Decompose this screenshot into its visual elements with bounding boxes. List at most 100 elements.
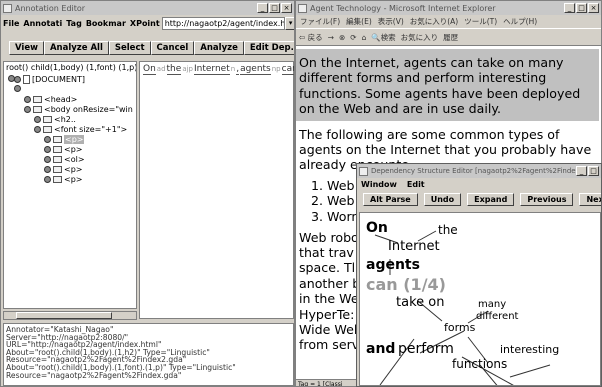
folder-icon xyxy=(43,126,52,133)
undo-button[interactable]: Undo xyxy=(423,193,462,206)
dep-word[interactable]: different xyxy=(476,311,518,322)
annotated-word[interactable]: can xyxy=(281,64,294,75)
analyze-all-button[interactable]: Analyze All xyxy=(43,41,109,55)
menu-annotation[interactable]: Annotati xyxy=(21,19,64,28)
expand-handle-icon xyxy=(44,166,51,173)
annotation-editor-window: Annotation Editor _ □ × File Annotati Ta… xyxy=(0,0,295,387)
dep-word[interactable]: the xyxy=(438,223,458,237)
tree-node[interactable]: <p> xyxy=(44,145,82,154)
folder-icon xyxy=(33,106,42,113)
tree-node[interactable] xyxy=(14,85,21,92)
dep-word[interactable]: perform xyxy=(398,341,454,357)
dep-word[interactable]: On xyxy=(366,220,388,236)
previous-button[interactable]: Previous xyxy=(520,193,574,206)
cancel-button[interactable]: Cancel xyxy=(150,41,195,55)
dep-word[interactable]: and xyxy=(366,341,395,357)
refresh-icon[interactable]: ⟳ xyxy=(350,33,356,42)
menu-edit[interactable]: 編集(E) xyxy=(346,16,372,27)
annotated-word[interactable]: , xyxy=(236,64,240,75)
annotated-text-pane[interactable]: OnadtheajpInternetn,agentsnpcanvtakevona… xyxy=(139,61,294,319)
menu-tools[interactable]: ツール(T) xyxy=(464,16,497,27)
stop-icon[interactable]: ⊗ xyxy=(339,33,345,42)
maximize-button[interactable]: □ xyxy=(269,3,280,13)
menu-window[interactable]: Window xyxy=(361,180,397,189)
analyze-button[interactable]: Analyze xyxy=(194,41,244,55)
annotation-editor-titlebar: Annotation Editor _ □ × xyxy=(1,1,294,15)
pos-tag: n xyxy=(230,65,236,73)
tree-node[interactable]: <font size="+1"> xyxy=(34,125,127,134)
tree-node[interactable]: <p> xyxy=(44,175,82,184)
dep-word[interactable]: agents xyxy=(366,257,420,273)
close-button[interactable]: × xyxy=(281,3,292,13)
document-tree[interactable]: root() child(1,body) (1,font) (1,p) [DOC… xyxy=(3,61,137,309)
history-button[interactable]: 履歴 xyxy=(443,32,458,43)
folder-icon xyxy=(33,96,42,103)
back-button[interactable]: ⇦ 戻る xyxy=(299,32,323,43)
dep-word[interactable]: many xyxy=(478,299,506,310)
alt-parse-button[interactable]: Alt Parse xyxy=(363,193,418,206)
dep-word[interactable]: Internet xyxy=(388,239,440,254)
dependency-editor-title: Dependency Structure Editor [nagaotp2%2F… xyxy=(371,167,576,175)
folder-icon xyxy=(53,166,62,173)
minimize-button[interactable]: _ xyxy=(564,3,575,13)
search-button[interactable]: 🔍検索 xyxy=(371,32,395,43)
expand-button[interactable]: Expand xyxy=(467,193,515,206)
annotated-word[interactable]: the xyxy=(166,64,182,75)
dependency-graph-canvas[interactable]: On the Internet agents can (1/4) take on… xyxy=(359,212,601,386)
app-icon xyxy=(3,3,12,13)
annotated-word[interactable]: Internet xyxy=(194,64,230,75)
menu-xpoint[interactable]: XPoint xyxy=(128,19,162,28)
select-button[interactable]: Select xyxy=(108,41,151,55)
menu-edit[interactable]: Edit xyxy=(407,180,425,189)
dep-word[interactable]: take on xyxy=(396,295,444,310)
pos-tag: ad xyxy=(156,65,166,73)
tree-node[interactable]: [DOCUMENT] xyxy=(14,75,85,84)
pos-tag: np xyxy=(271,65,281,73)
maximize-button[interactable]: □ xyxy=(588,166,599,176)
menu-bookmark[interactable]: Bookmar xyxy=(84,19,128,28)
maximize-button[interactable]: □ xyxy=(576,3,587,13)
view-button[interactable]: View xyxy=(9,41,44,55)
dep-word-selected[interactable]: can (1/4) xyxy=(366,275,446,294)
tree-node[interactable]: <head> xyxy=(24,95,77,104)
expand-handle-icon xyxy=(44,156,51,163)
expand-handle-icon xyxy=(34,116,41,123)
menu-help[interactable]: ヘルプ(H) xyxy=(503,16,537,27)
annotation-metadata-pane[interactable]: Annotator="Katashi_Nagao" Server="http://… xyxy=(3,323,294,386)
next-button[interactable]: Next xyxy=(579,193,601,206)
browser-toolbar: ⇦ 戻る → ⊗ ⟳ ⌂ 🔍検索 お気に入り 履歴 xyxy=(296,28,601,46)
menu-file[interactable]: ファイル(F) xyxy=(300,16,340,27)
expand-handle-icon xyxy=(24,96,31,103)
menu-favorites[interactable]: お気に入り(A) xyxy=(410,16,458,27)
forward-button[interactable]: → xyxy=(328,33,334,42)
home-icon[interactable]: ⌂ xyxy=(362,33,367,42)
dependency-toolbar: Alt Parse Undo Expand Previous Next xyxy=(363,193,601,206)
scrollbar-thumb[interactable] xyxy=(16,312,112,319)
menu-view[interactable]: 表示(V) xyxy=(378,16,404,27)
minimize-button[interactable]: _ xyxy=(257,3,268,13)
tree-node[interactable]: <p> xyxy=(44,165,82,174)
dep-word[interactable]: functions xyxy=(452,357,507,371)
ie-icon xyxy=(298,3,307,13)
menu-file[interactable]: File xyxy=(1,19,21,28)
tree-node[interactable]: <body onResize="win xyxy=(24,105,133,114)
folder-icon xyxy=(53,136,62,143)
annotated-word[interactable]: On xyxy=(143,64,156,75)
close-button[interactable]: × xyxy=(588,3,599,13)
app-icon xyxy=(359,166,368,176)
edit-dep-button[interactable]: Edit Dep. xyxy=(243,41,294,55)
menu-tag[interactable]: Tag xyxy=(64,19,84,28)
tree-horizontal-scrollbar[interactable] xyxy=(3,311,137,320)
dep-word[interactable]: interesting xyxy=(500,343,559,356)
annotated-word[interactable]: agents xyxy=(240,64,271,75)
url-dropdown-icon[interactable]: ▾ xyxy=(285,16,294,30)
tree-node[interactable]: <h2.. xyxy=(34,115,76,124)
tree-node[interactable]: <ol> xyxy=(44,155,85,164)
expand-handle-icon xyxy=(24,106,31,113)
highlighted-paragraph[interactable]: On the Internet, agents can take on many… xyxy=(296,49,599,121)
favorites-button[interactable]: お気に入り xyxy=(401,32,439,43)
tree-node-selected[interactable]: <p> xyxy=(44,135,85,144)
dep-word[interactable]: forms xyxy=(444,321,475,334)
minimize-button[interactable]: _ xyxy=(576,166,587,176)
url-field[interactable]: http://nagaotp2/agent/index.html xyxy=(161,16,286,30)
